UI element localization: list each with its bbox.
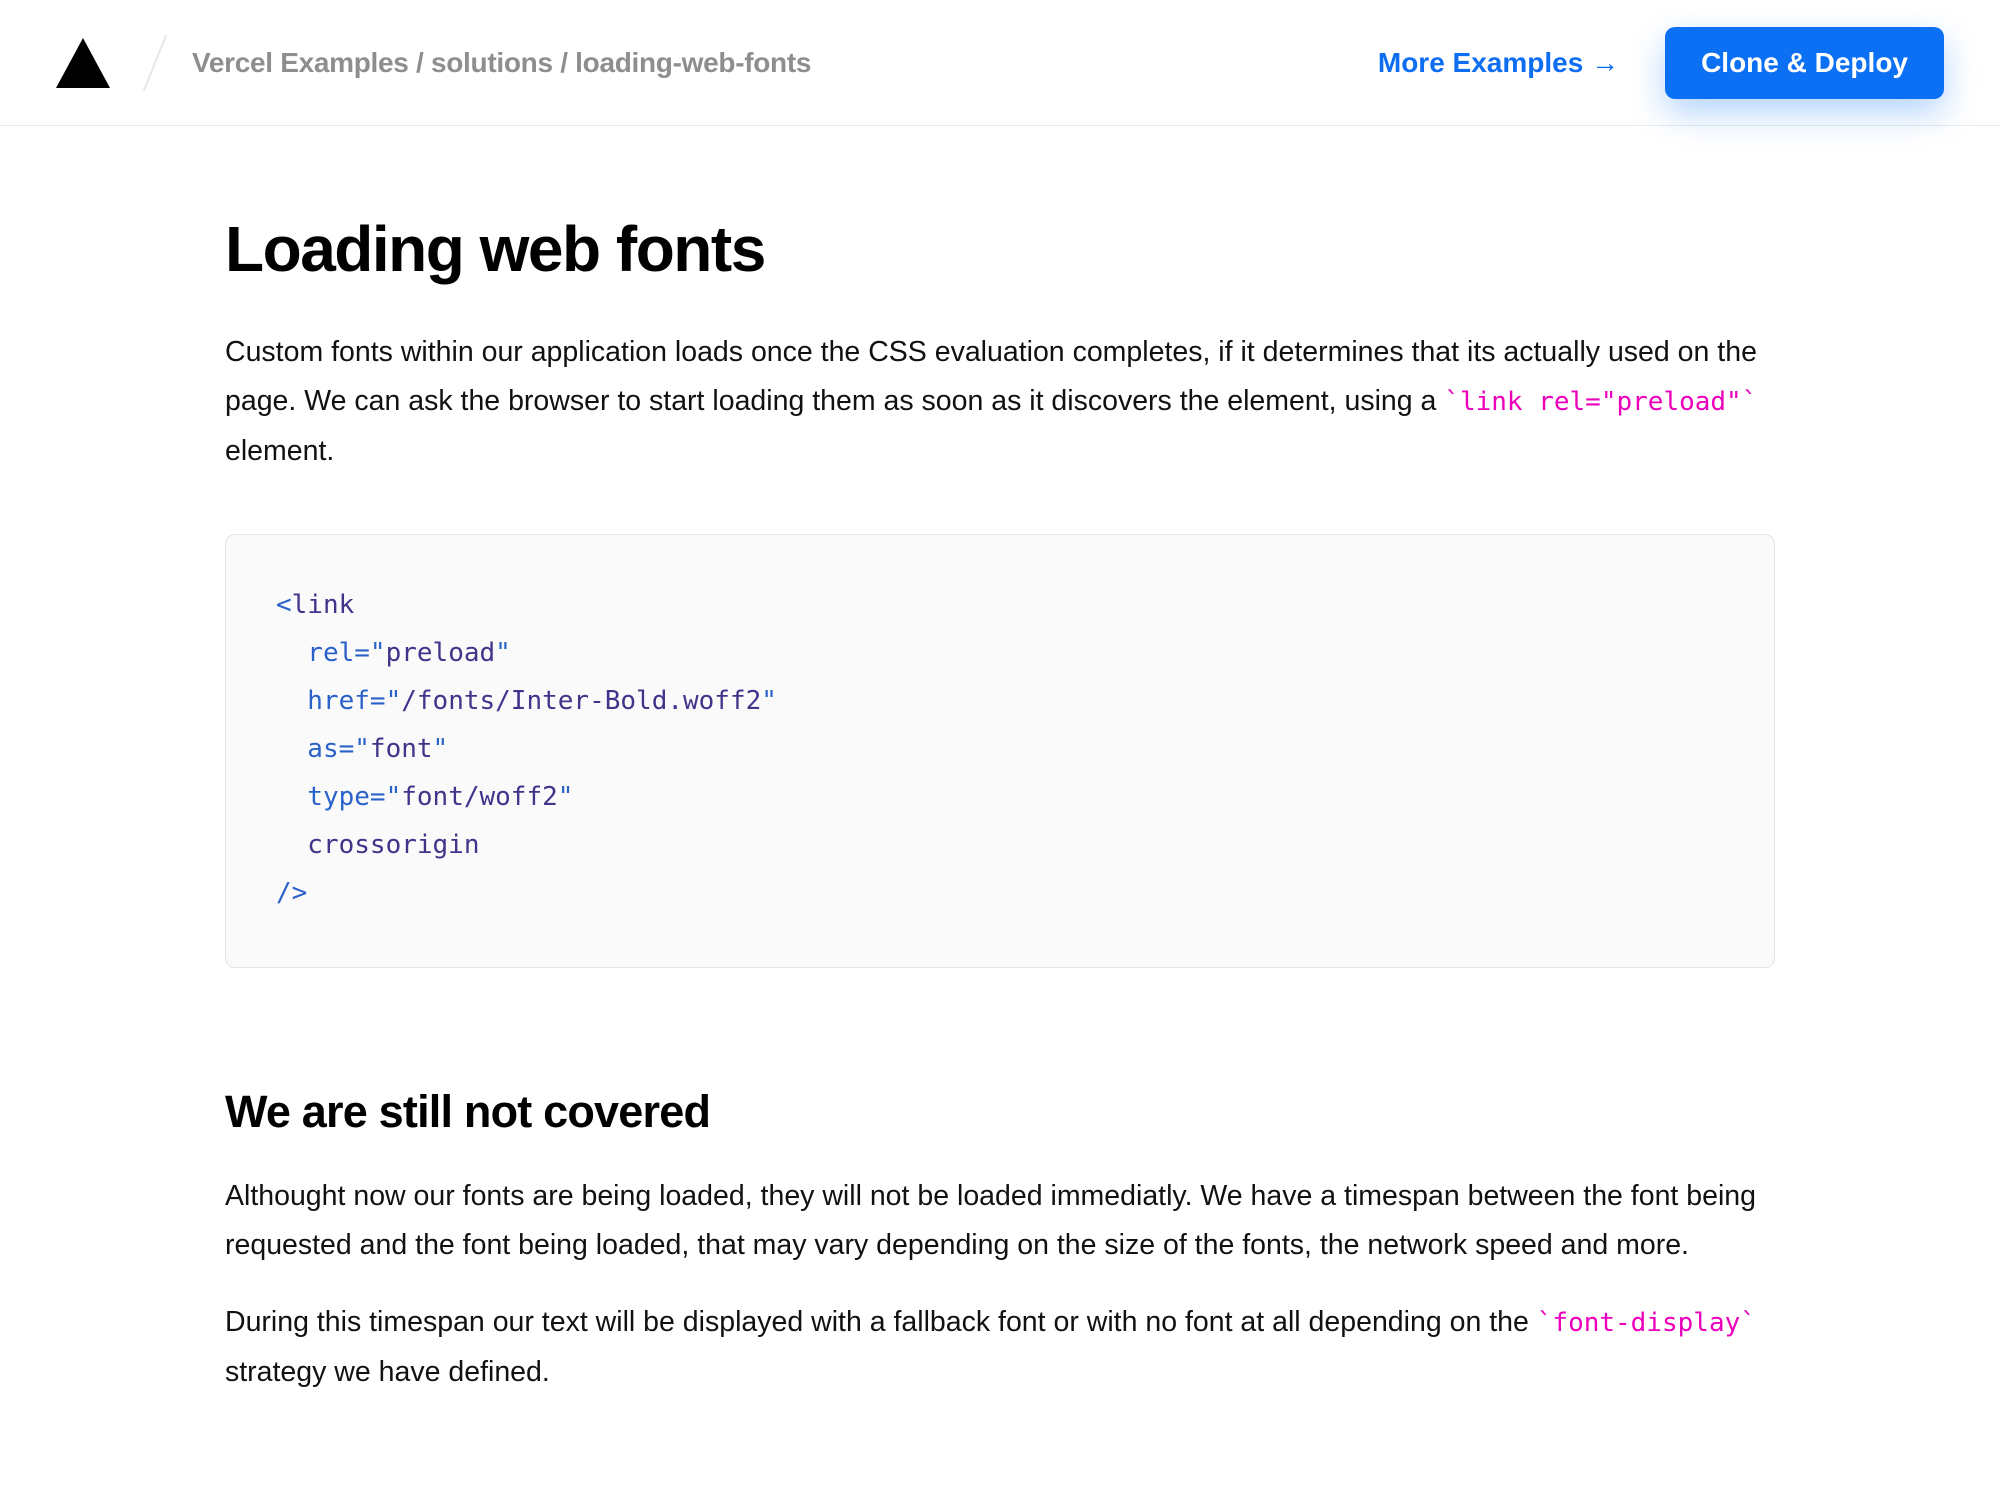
p2-text-before: During this timespan our text will be di… <box>225 1306 1537 1338</box>
page-title: Loading web fonts <box>225 212 1775 286</box>
section-paragraph-2: During this timespan our text will be di… <box>225 1298 1775 1397</box>
intro-text-after: element. <box>225 435 334 467</box>
section-paragraph-1: Althought now our fonts are being loaded… <box>225 1172 1775 1270</box>
breadcrumb-divider <box>143 34 167 90</box>
more-examples-link[interactable]: More Examples → <box>1378 47 1619 79</box>
header-actions: More Examples → Clone & Deploy <box>1378 27 1944 99</box>
article: Loading web fonts Custom fonts within ou… <box>225 126 1775 1397</box>
section-heading: We are still not covered <box>225 1086 1775 1138</box>
site-header: Vercel Examples / solutions / loading-we… <box>0 0 2000 126</box>
clone-deploy-button[interactable]: Clone & Deploy <box>1665 27 1944 99</box>
vercel-logo-icon[interactable] <box>56 38 110 88</box>
code-block: <link rel="preload" href="/fonts/Inter-B… <box>225 534 1775 968</box>
code-lines: <link rel="preload" href="/fonts/Inter-B… <box>276 581 1730 917</box>
p2-text-after: strategy we have defined. <box>225 1356 550 1388</box>
inline-code-link-rel-preload: `link rel="preload"` <box>1444 387 1757 417</box>
intro-paragraph: Custom fonts within our application load… <box>225 328 1775 476</box>
breadcrumb[interactable]: Vercel Examples / solutions / loading-we… <box>192 47 811 79</box>
inline-code-font-display: `font-display` <box>1537 1308 1756 1338</box>
